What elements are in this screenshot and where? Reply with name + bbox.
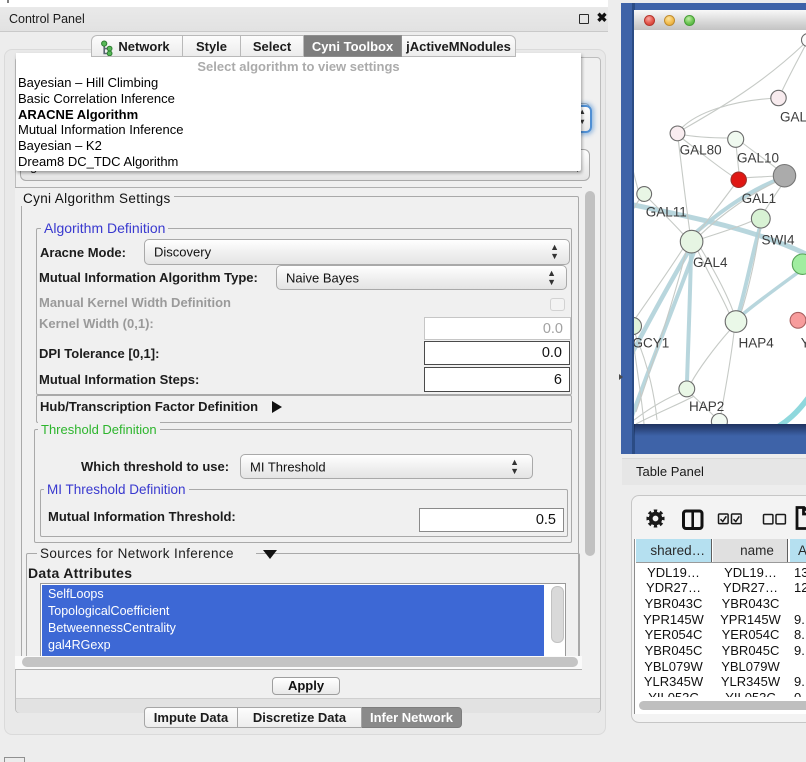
- svg-text:HAP4: HAP4: [739, 336, 775, 351]
- svg-text:SWI4: SWI4: [762, 233, 795, 248]
- svg-text:GAL7: GAL7: [780, 110, 806, 125]
- svg-text:HAP2: HAP2: [689, 399, 724, 414]
- svg-text:GAL80: GAL80: [680, 143, 722, 158]
- svg-text:YM: YM: [801, 336, 806, 351]
- svg-text:GCY1: GCY1: [634, 336, 669, 351]
- svg-text:GAL10: GAL10: [737, 151, 779, 166]
- svg-text:GAL11: GAL11: [646, 204, 687, 219]
- svg-text:GAL4: GAL4: [693, 255, 728, 270]
- svg-text:GAL1: GAL1: [742, 191, 777, 206]
